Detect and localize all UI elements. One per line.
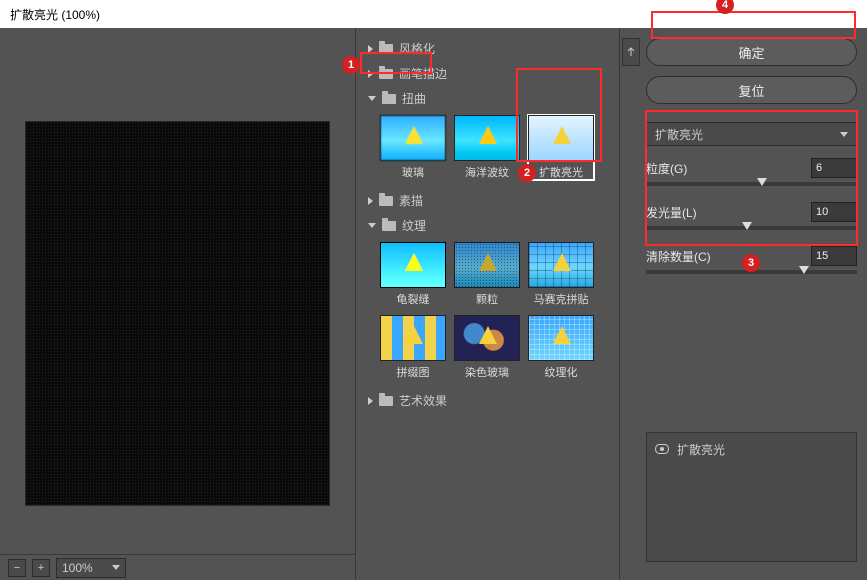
category-label: 纹理: [402, 217, 426, 234]
filter-thumb-grain[interactable]: 颗粒: [454, 242, 520, 307]
zoom-out-button[interactable]: −: [8, 559, 26, 577]
window-title: 扩散亮光 (100%): [0, 0, 867, 28]
preview-canvas: [25, 121, 330, 506]
filter-tree-panel: 风格化 画笔描边 扭曲 玻璃 海洋波纹 扩散亮光: [355, 28, 620, 580]
thumb-image: [528, 115, 594, 161]
thumb-image: [454, 115, 520, 161]
chevron-right-icon: [368, 397, 373, 405]
category-brush[interactable]: 画笔描边: [362, 61, 613, 86]
category-label: 艺术效果: [399, 392, 447, 409]
category-label: 素描: [399, 192, 423, 209]
thumb-image: [380, 115, 446, 161]
folder-icon: [379, 44, 393, 54]
category-sketch[interactable]: 素描: [362, 188, 613, 213]
effect-layer-label: 扩散亮光: [677, 441, 725, 458]
settings-panel: 确定 复位 扩散亮光 粒度(G) 发光量(L): [620, 28, 867, 580]
chevron-down-icon: [112, 565, 120, 570]
folder-icon: [382, 221, 396, 231]
param-glow: 发光量(L): [646, 202, 857, 230]
param-grain: 粒度(G): [646, 158, 857, 186]
thumb-label: 颗粒: [476, 291, 498, 307]
thumb-label: 海洋波纹: [465, 164, 509, 180]
folder-icon: [379, 69, 393, 79]
thumb-image: [454, 315, 520, 361]
reset-button[interactable]: 复位: [646, 76, 857, 104]
thumb-image: [380, 242, 446, 288]
preview-panel: − + 100%: [0, 28, 355, 580]
collapse-tree-button[interactable]: [622, 38, 640, 66]
thumb-label: 马赛克拼贴: [534, 291, 589, 307]
chevron-down-icon: [840, 132, 848, 137]
filter-select-value: 扩散亮光: [655, 126, 703, 143]
thumb-label: 纹理化: [545, 364, 578, 380]
param-label: 清除数量(C): [646, 248, 711, 265]
param-label: 粒度(G): [646, 160, 687, 177]
effect-layers-panel: 扩散亮光: [646, 432, 857, 562]
folder-icon: [379, 196, 393, 206]
canvas-viewport[interactable]: [0, 28, 355, 554]
chevron-down-icon: [368, 223, 376, 228]
slider-knob[interactable]: [799, 266, 809, 274]
filter-thumb-ocean[interactable]: 海洋波纹: [454, 115, 520, 180]
filter-thumb-glass[interactable]: 玻璃: [380, 115, 446, 180]
category-label: 扭曲: [402, 90, 426, 107]
param-slider-glow[interactable]: [646, 226, 857, 230]
param-input-grain[interactable]: [811, 158, 857, 178]
zoom-select[interactable]: 100%: [56, 558, 126, 578]
zoom-in-button[interactable]: +: [32, 559, 50, 577]
param-slider-clear[interactable]: [646, 270, 857, 274]
slider-knob[interactable]: [742, 222, 752, 230]
thumb-image: [528, 242, 594, 288]
slider-knob[interactable]: [757, 178, 767, 186]
filter-thumb-texturizer[interactable]: 纹理化: [528, 315, 594, 380]
category-label: 画笔描边: [399, 65, 447, 82]
thumb-image: [528, 315, 594, 361]
param-clear: 清除数量(C): [646, 246, 857, 274]
category-artistic[interactable]: 艺术效果: [362, 388, 613, 413]
filter-thumb-craquelure[interactable]: 龟裂缝: [380, 242, 446, 307]
param-slider-grain[interactable]: [646, 182, 857, 186]
filter-thumb-patchwork[interactable]: 拼缀图: [380, 315, 446, 380]
thumb-label: 玻璃: [402, 164, 424, 180]
filter-thumb-stained-glass[interactable]: 染色玻璃: [454, 315, 520, 380]
filter-select[interactable]: 扩散亮光: [646, 122, 857, 146]
category-distort[interactable]: 扭曲: [362, 86, 613, 111]
chevron-right-icon: [368, 70, 373, 78]
chevron-right-icon: [368, 197, 373, 205]
filter-gallery-dialog: − + 100% 风格化 画笔描边 扭曲 玻璃: [0, 28, 867, 580]
filter-thumb-diffuse-glow[interactable]: 扩散亮光: [528, 115, 594, 180]
param-label: 发光量(L): [646, 204, 697, 221]
param-input-glow[interactable]: [811, 202, 857, 222]
ok-button[interactable]: 确定: [646, 38, 857, 66]
filter-thumb-mosaic[interactable]: 马赛克拼贴: [528, 242, 594, 307]
thumb-label: 染色玻璃: [465, 364, 509, 380]
category-stylize[interactable]: 风格化: [362, 36, 613, 61]
effect-layer-row[interactable]: 扩散亮光: [655, 439, 848, 459]
distort-thumbs: 玻璃 海洋波纹 扩散亮光: [362, 111, 613, 188]
zoom-value: 100%: [62, 561, 93, 575]
category-texture[interactable]: 纹理: [362, 213, 613, 238]
chevron-right-icon: [368, 45, 373, 53]
chevron-down-icon: [368, 96, 376, 101]
visibility-eye-icon[interactable]: [655, 444, 669, 454]
category-label: 风格化: [399, 40, 435, 57]
thumb-image: [380, 315, 446, 361]
folder-icon: [379, 396, 393, 406]
thumb-label: 龟裂缝: [397, 291, 430, 307]
thumb-image: [454, 242, 520, 288]
thumb-label: 拼缀图: [397, 364, 430, 380]
folder-icon: [382, 94, 396, 104]
zoom-bar: − + 100%: [0, 554, 355, 580]
texture-thumbs: 龟裂缝 颗粒 马赛克拼贴 拼缀图 染色玻璃 纹理化: [362, 238, 613, 388]
thumb-label: 扩散亮光: [539, 164, 583, 180]
param-input-clear[interactable]: [811, 246, 857, 266]
